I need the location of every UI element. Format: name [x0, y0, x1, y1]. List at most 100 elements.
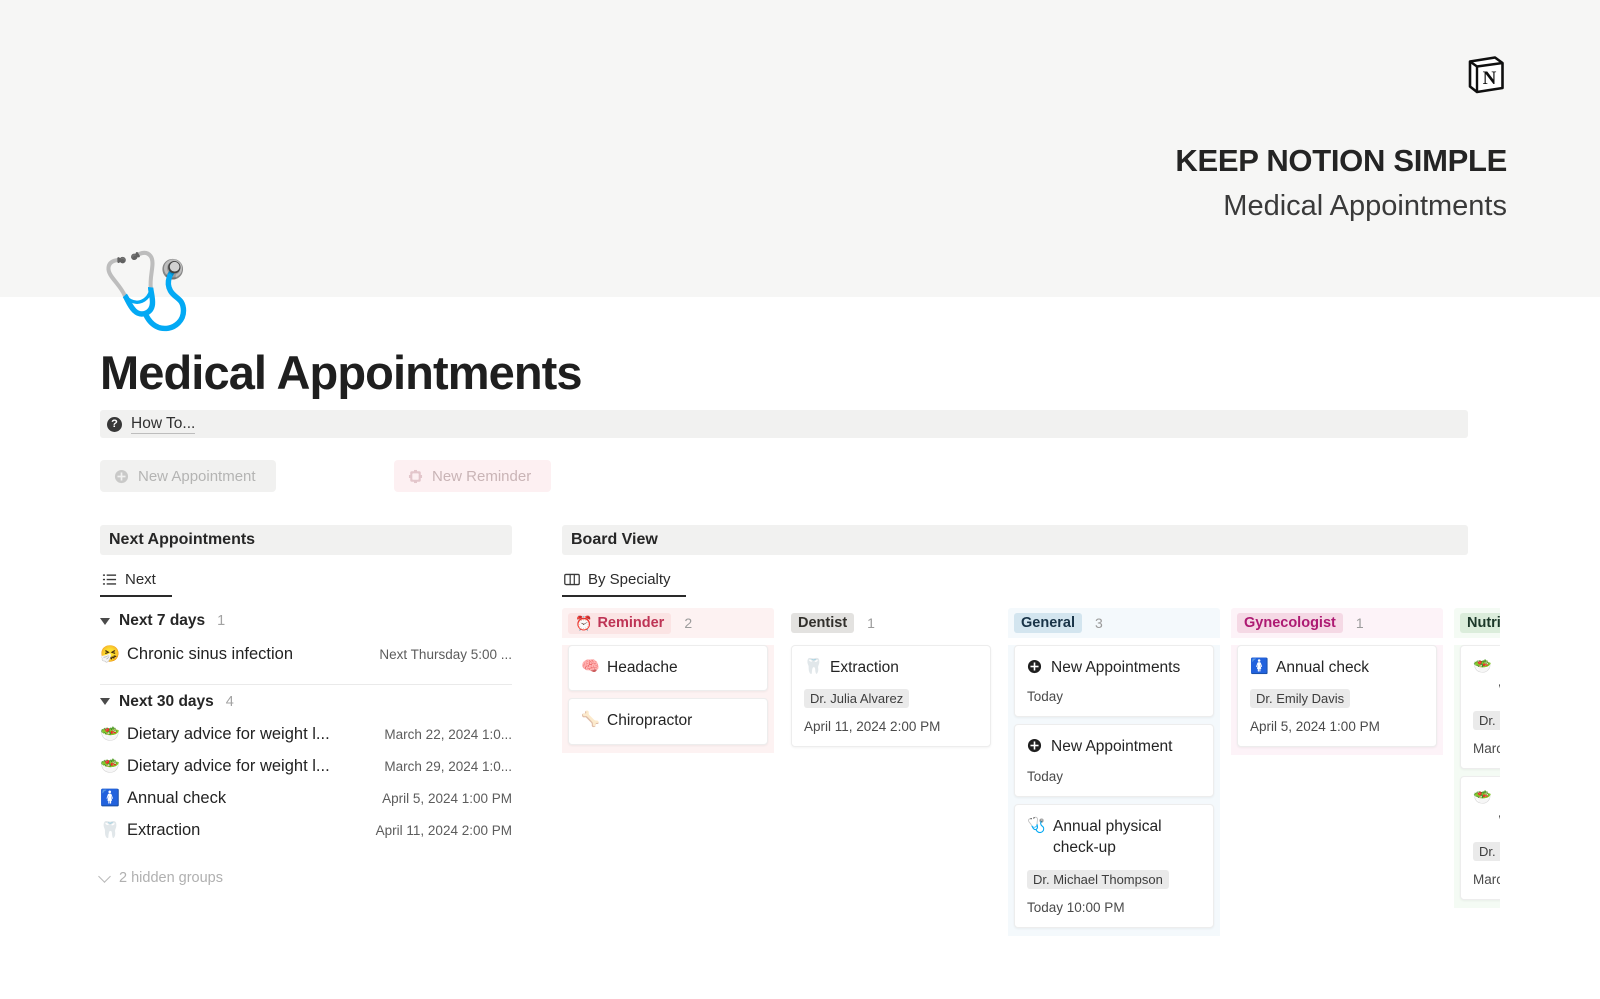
board-card-date: April 5, 2024 1:00 PM [1250, 719, 1380, 735]
board-card[interactable]: 🦷 Extraction Dr. Julia Alvarez April 11, 20… [791, 645, 991, 748]
board-view[interactable]: ⏰ Reminder 2 🧠 Headache 🦴 Chiropractor Dentist 1… [562, 608, 1500, 938]
board-card-date: April 11, 2024 2:00 PM [804, 719, 941, 735]
board-card[interactable]: 🥗 Dietary advice for weight loss Dr. Marti… [1460, 645, 1500, 769]
page-banner: N KEEP NOTION SIMPLE Medical Appointment… [0, 0, 1600, 297]
how-to-label[interactable]: How To... [131, 414, 196, 435]
list-group-label: Next 30 days [119, 692, 214, 710]
next-appointments-list: Next 7 days 1 🤧 Chronic sinus infection Next… [98, 604, 512, 886]
board-card-date: Today [1027, 768, 1064, 784]
question-mark-icon: ? [107, 416, 122, 432]
board-card[interactable]: 🚺 Annual check Dr. Emily Davis April 5, 202… [1237, 645, 1437, 748]
board-card[interactable]: 🥗 Dietary advice for weight loss Dr. Marti… [1460, 775, 1500, 900]
list-group-header[interactable]: Next 7 days 1 [100, 604, 512, 638]
plus-circle-icon [1027, 659, 1042, 674]
list-item[interactable]: 🚺 Annual check April 5, 2024 1:00 PM [100, 782, 512, 814]
board-column-header[interactable]: Dentist 1 [785, 608, 997, 638]
board-column-name: Reminder [597, 615, 665, 631]
board-column-count: 3 [1095, 615, 1103, 631]
page-title: Medical Appointments [100, 346, 583, 399]
next-appointments-label: Next Appointments [109, 531, 256, 548]
list-item-emoji-icon: 🦷 [100, 822, 120, 839]
board-card-doctor: Dr. Michael Thompson [1027, 869, 1169, 889]
stethoscope-icon: 🩺 [101, 249, 194, 332]
board-column-emoji-icon: ⏰ [575, 614, 593, 631]
triangle-down-icon [100, 698, 110, 705]
board-card[interactable]: 🩺 Annual physical check-up Dr. Michael Tho… [1014, 803, 1214, 928]
list-item-title: Extraction [127, 820, 201, 839]
list-item[interactable]: 🥗 Dietary advice for weight l... March 29,… [100, 750, 512, 782]
list-item-title: Annual check [127, 788, 227, 807]
tab-by-specialty[interactable]: By Specialty [562, 563, 686, 597]
board-card-emoji-icon: 🩺 [1027, 816, 1046, 834]
board-card-emoji-icon: 🦷 [804, 658, 823, 675]
board-card-doctor: Dr. Julia Alvarez [804, 689, 910, 709]
list-item[interactable]: 🤧 Chronic sinus infection Next Thursday 5:… [100, 638, 512, 670]
board-card-emoji-icon: 🚺 [1250, 658, 1269, 675]
board-card-title: New Appointments [1051, 659, 1181, 676]
board-card-date: March 22, 2024 1:00 PM [1473, 740, 1500, 756]
board-column-chip: ⏰ Reminder [568, 612, 672, 634]
list-group-header[interactable]: Next 30 days 4 [100, 684, 512, 718]
board-column-body: 🦷 Extraction Dr. Julia Alvarez April 11, 20… [785, 645, 997, 756]
list-item-emoji-icon: 🥗 [100, 726, 120, 743]
board-card-date: March 29, 2024 1:00 PM [1473, 871, 1500, 887]
list-view-icon [102, 572, 117, 587]
board-view-label: Board View [571, 531, 658, 548]
board-column: Nutritionist2 🥗 Dietary advice for weight … [1454, 608, 1500, 936]
new-appointment-button[interactable]: New Appointment [100, 460, 276, 492]
board-card[interactable]: New Appointment Today [1014, 724, 1214, 797]
board-card[interactable]: 🧠 Headache [568, 645, 768, 692]
triangle-down-icon [100, 617, 110, 625]
board-card-emoji-icon: 🦴 [581, 711, 600, 729]
list-item-emoji-icon: 🚺 [100, 790, 120, 807]
notion-logo-icon: N [1464, 52, 1508, 96]
board-column-header[interactable]: General 3 [1008, 608, 1220, 638]
board-column: Gynecologist 1 🚺 Annual check Dr. Emily Davi… [1231, 608, 1443, 936]
list-item-title: Dietary advice for weight l... [127, 724, 330, 743]
board-column-chip: Nutritionist [1460, 613, 1500, 633]
board-column-header[interactable]: ⏰ Reminder 2 [562, 608, 774, 638]
list-item[interactable]: 🥗 Dietary advice for weight l... March 22,… [100, 718, 512, 750]
board-card-doctor: Dr. Martinez [1473, 710, 1500, 730]
board-column-body: 🥗 Dietary advice for weight loss Dr. Marti… [1454, 645, 1500, 908]
how-to-callout[interactable]: ? How To... [100, 410, 1468, 438]
board-card-emoji-icon: 🧠 [581, 658, 600, 675]
board-card-title: Extraction [830, 659, 899, 676]
board-card-title: Dietary advice for weight loss [1499, 788, 1500, 831]
board-column-chip: Dentist [791, 613, 855, 633]
board-card[interactable]: 🦴 Chiropractor [568, 698, 768, 745]
list-item[interactable]: 🦷 Extraction April 11, 2024 2:00 PM [100, 814, 512, 846]
list-group-count: 1 [217, 613, 226, 629]
board-card[interactable]: New Appointments Today [1014, 645, 1214, 718]
banner-subtitle: Medical Appointments [1223, 190, 1507, 222]
board-view-icon [564, 572, 580, 587]
board-column-chip: General [1014, 613, 1082, 633]
board-column: ⏰ Reminder 2 🧠 Headache 🦴 Chiropractor [562, 608, 774, 936]
board-card-doctor: Dr. Emily Davis [1250, 689, 1351, 709]
list-item-date: Next Thursday 5:00 ... [379, 646, 512, 662]
board-column-header[interactable]: Gynecologist 1 [1231, 608, 1443, 638]
board-column-name: General [1021, 615, 1075, 631]
board-card-date: Today 10:00 PM [1027, 899, 1125, 915]
board-view-header: Board View [562, 525, 1468, 555]
new-reminder-button[interactable]: New Reminder [394, 460, 551, 492]
list-item-title: Chronic sinus infection [127, 644, 293, 663]
list-item-title: Dietary advice for weight l... [127, 756, 330, 775]
board-column-header[interactable]: Nutritionist2 [1454, 608, 1500, 638]
board-card-date: Today [1027, 689, 1064, 705]
board-card-doctor: Dr. Martinez [1473, 841, 1500, 861]
board-column-body: 🧠 Headache 🦴 Chiropractor [562, 645, 774, 753]
list-item-date: April 5, 2024 1:00 PM [382, 790, 512, 806]
plus-circle-icon [1027, 738, 1042, 753]
board-card-emoji-icon: 🥗 [1473, 658, 1492, 675]
chevron-down-icon [98, 870, 111, 883]
board-card-title: Headache [607, 659, 678, 676]
reminder-icon [408, 469, 423, 484]
list-item-date: March 29, 2024 1:0... [384, 758, 512, 774]
new-appointment-label: New Appointment [138, 467, 256, 485]
hidden-groups-toggle[interactable]: 2 hidden groups [98, 870, 512, 886]
banner-title: KEEP NOTION SIMPLE [1175, 143, 1507, 178]
board-card-title: Dietary advice for weight loss [1499, 657, 1500, 700]
tab-by-specialty-label: By Specialty [588, 570, 671, 588]
tab-next[interactable]: Next [100, 563, 172, 597]
